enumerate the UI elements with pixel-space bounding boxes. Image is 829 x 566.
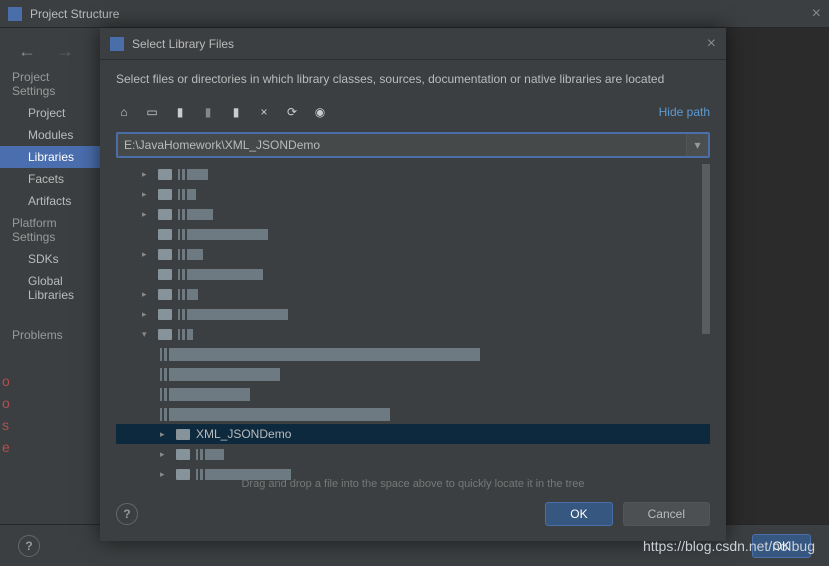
tree-row[interactable] [116, 404, 710, 424]
path-input[interactable] [124, 138, 702, 152]
folder-icon [158, 209, 172, 220]
folder-icon [158, 289, 172, 300]
folder-icon [176, 429, 190, 440]
refresh-icon[interactable]: ⟳ [284, 104, 300, 120]
watermark: https://blog.csdn.net/noIbug [643, 538, 815, 554]
dialog-icon [110, 37, 124, 51]
sidebar-section-project: Project Settings [0, 66, 100, 102]
folder-icon [158, 169, 172, 180]
tree-row[interactable] [116, 264, 710, 284]
help-icon[interactable]: ? [18, 535, 40, 557]
tree-row[interactable]: ▸ [116, 244, 710, 264]
home-icon[interactable]: ⌂ [116, 104, 132, 120]
tree-row[interactable] [116, 384, 710, 404]
folder-icon [158, 329, 172, 340]
dialog-toolbar: ⌂ ▭ ▮ ▮ ▮ × ⟳ ◉ Hide path [100, 98, 726, 126]
sidebar-item-sdks[interactable]: SDKs [0, 248, 100, 270]
sidebar-section-problems: Problems [0, 324, 100, 346]
file-tree[interactable]: ▸ ▸ ▸ ▸ ▸ ▸ ▾ ▸XML_JSONDemo ▸ ▸ Drag and… [116, 164, 710, 492]
tree-row[interactable] [116, 364, 710, 384]
path-input-wrapper: ▾ [116, 132, 710, 158]
close-icon[interactable]: × [812, 5, 821, 23]
new-folder-icon[interactable]: ▮ [228, 104, 244, 120]
editor-gutter: oose [0, 370, 10, 458]
sidebar-item-facets[interactable]: Facets [0, 168, 100, 190]
tree-row[interactable]: ▸ [116, 304, 710, 324]
project-icon[interactable]: ▮ [172, 104, 188, 120]
folder-icon [158, 229, 172, 240]
file-dialog: Select Library Files × Select files or d… [100, 28, 726, 541]
module-icon[interactable]: ▮ [200, 104, 216, 120]
tree-row[interactable]: ▾ [116, 324, 710, 344]
dialog-title-bar: Select Library Files × [100, 28, 726, 60]
window-title: Project Structure [30, 7, 119, 21]
tree-row[interactable]: ▸ [116, 284, 710, 304]
sidebar-item-modules[interactable]: Modules [0, 124, 100, 146]
dialog-close-icon[interactable]: × [707, 35, 716, 53]
app-icon [8, 7, 22, 21]
back-icon[interactable]: ← [18, 41, 36, 62]
show-hidden-icon[interactable]: ◉ [312, 104, 328, 120]
dialog-description: Select files or directories in which lib… [100, 60, 726, 98]
path-dropdown-icon[interactable]: ▾ [686, 134, 708, 156]
cancel-button[interactable]: Cancel [623, 502, 710, 526]
desktop-icon[interactable]: ▭ [144, 104, 160, 120]
tree-row[interactable]: ▸ [116, 204, 710, 224]
dialog-title: Select Library Files [132, 37, 234, 51]
tree-row[interactable]: ▸ [116, 164, 710, 184]
sidebar: ← → Project Settings Project Modules Lib… [0, 28, 100, 538]
drag-hint: Drag and drop a file into the space abov… [116, 476, 710, 492]
folder-icon [158, 309, 172, 320]
tree-row[interactable] [116, 224, 710, 244]
tree-row-selected[interactable]: ▸XML_JSONDemo [116, 424, 710, 444]
hide-path-link[interactable]: Hide path [659, 105, 710, 119]
dialog-buttons: ? OK Cancel [100, 492, 726, 536]
dialog-help-icon[interactable]: ? [116, 503, 138, 525]
folder-icon [158, 249, 172, 260]
ok-button[interactable]: OK [545, 502, 612, 526]
forward-icon[interactable]: → [56, 41, 74, 62]
folder-icon [158, 269, 172, 280]
tree-row[interactable]: ▸ [116, 444, 710, 464]
sidebar-item-libraries[interactable]: Libraries [0, 146, 100, 168]
sidebar-section-platform: Platform Settings [0, 212, 100, 248]
sidebar-item-global[interactable]: Global Libraries [0, 270, 100, 306]
sidebar-item-project[interactable]: Project [0, 102, 100, 124]
sidebar-item-artifacts[interactable]: Artifacts [0, 190, 100, 212]
tree-row[interactable]: ▸ [116, 184, 710, 204]
window-title-bar: Project Structure × [0, 0, 829, 28]
delete-icon[interactable]: × [256, 104, 272, 120]
folder-icon [158, 189, 172, 200]
tree-row[interactable] [116, 344, 710, 364]
nav-arrows: ← → [0, 36, 100, 66]
folder-icon [176, 449, 190, 460]
selected-folder: XML_JSONDemo [196, 427, 291, 441]
